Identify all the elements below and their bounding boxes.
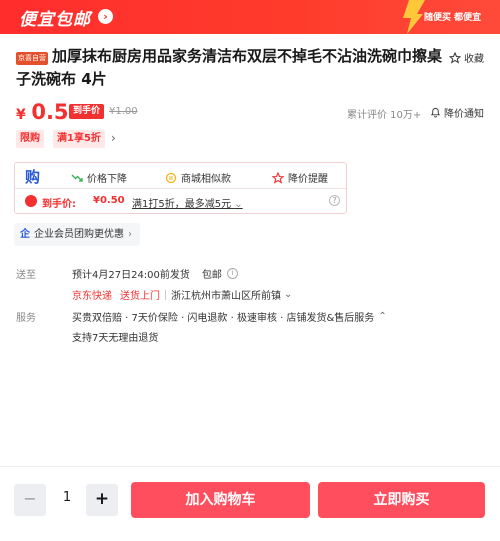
info-icon[interactable]: i [226,268,238,279]
price-drop-label: 价格下降 [87,174,127,185]
price-insight-row: 购 价格下降 商城相似款 降价提醒 [15,163,346,189]
deal-label: 到手价: [42,199,76,210]
chevron-right-icon[interactable]: › [111,131,116,145]
service-label: 服务 [16,313,36,324]
chevron-up-icon: ⌃ [378,311,387,322]
deal-row[interactable]: 到手价: ¥0.50 满1打5折，最多减5元 ⌄ ? [15,189,346,213]
ship-estimate: 预计4月27日24:00前发货 [72,270,190,281]
original-price: ¥1.00 [109,106,138,117]
banner-tagline: 随便买 都便宜 [424,13,482,23]
price-drop-notify-button[interactable]: 降价通知 [430,105,484,120]
chevron-right-icon[interactable]: › [98,9,113,24]
price-insight-box: 购 价格下降 商城相似款 降价提醒 到手价: ¥0.50 满1打5折，最多减5元… [14,162,347,214]
price-currency: ¥ [16,107,26,123]
delivery-type: 送货上门 [120,291,160,302]
trend-down-icon [71,174,83,182]
chevron-down-icon: ⌄ [284,289,293,300]
deal-coupon[interactable]: 满1打5折，最多减5元 ⌄ [132,195,243,210]
return-policy: 支持7天无理由退货 [72,329,158,344]
price-alert-label: 降价提醒 [288,174,328,185]
return-policy-text: 支持7天无理由退货 [72,333,159,344]
price-drop-feature[interactable]: 价格下降 [71,170,127,185]
chevron-down-icon: ⌄ [234,199,243,210]
delivery-address: 浙江杭州市萧山区所前镇 [171,291,281,302]
similar-items-feature[interactable]: 商城相似款 [165,170,231,185]
quantity-minus-button[interactable]: − [14,484,46,516]
quantity-plus-button[interactable]: + [86,484,118,516]
add-to-cart-button[interactable]: 加入购物车 [131,482,310,518]
deal-coupon-text: 满1打5折，最多减5元 [132,199,232,210]
banner-title: 便宜包邮 [19,10,91,30]
store-badge: 京喜自营 [16,52,48,65]
free-shipping: 包邮 [201,270,222,281]
star-outline-icon [449,51,461,64]
bell-icon [430,107,441,118]
service-list: 买贵双倍赔 · 7天价保险 · 闪电退款 · 极速审核 · 店铺发货&售后服务 [72,313,375,324]
gou-logo-icon: 购 [25,168,41,186]
favorite-label: 收藏 [464,54,484,65]
similar-items-label: 商城相似款 [181,174,231,185]
promo-tag-discount[interactable]: 满1享5折 [53,130,105,148]
delivery-row[interactable]: 京东快递 送货上门 浙江杭州市萧山区所前镇 ⌄ [72,287,292,302]
enterprise-icon: 企 [20,229,30,240]
star-icon [272,171,284,184]
lightning-icon [403,0,425,34]
help-icon[interactable]: ? [329,195,340,206]
coins-icon [165,172,177,183]
promo-banner[interactable]: 便宜包邮 › 随便买 都便宜 [0,0,500,34]
product-title-line1: 加厚抹布厨房用品家务清洁布双层不掉毛不沾油洗碗巾擦桌 [52,47,443,65]
product-page: 便宜包邮 › 随便买 都便宜 京喜自营 加厚抹布厨房用品家务清洁布双层不掉毛不沾… [0,0,500,541]
deal-value: ¥0.50 [93,195,125,206]
buy-now-button[interactable]: 立即购买 [318,482,485,518]
product-title-line2: 子洗碗布 4片 [16,70,107,88]
enterprise-group-buy-button[interactable]: 企 企业会员团购更优惠 › [14,223,140,246]
ship-estimate-row[interactable]: 预计4月27日24:00前发货 包邮 i [72,266,238,281]
product-title: 加厚抹布厨房用品家务清洁布双层不掉毛不沾油洗碗巾擦桌 [52,44,442,68]
carrier-name: 京东快递 [72,291,112,302]
deal-icon [25,195,37,207]
enterprise-label: 企业会员团购更优惠 [34,229,124,240]
divider [165,289,166,300]
chevron-right-icon: › [128,229,132,240]
price-alert-feature[interactable]: 降价提醒 [272,170,328,185]
notify-label: 降价通知 [444,109,484,120]
quantity-value[interactable]: 1 [60,490,74,505]
promo-tag-limit[interactable]: 限购 [16,130,44,148]
service-row[interactable]: 买贵双倍赔 · 7天价保险 · 闪电退款 · 极速审核 · 店铺发货&售后服务 … [72,309,387,324]
final-price-tag: 到手价 [69,104,105,119]
reviews-count[interactable]: 累计评价 10万+ [347,106,421,121]
price: ¥ 0.5 [16,100,69,124]
shipping-label: 送至 [16,270,36,281]
price-value: 0.5 [31,100,69,124]
favorite-button[interactable]: 收藏 [449,50,484,65]
